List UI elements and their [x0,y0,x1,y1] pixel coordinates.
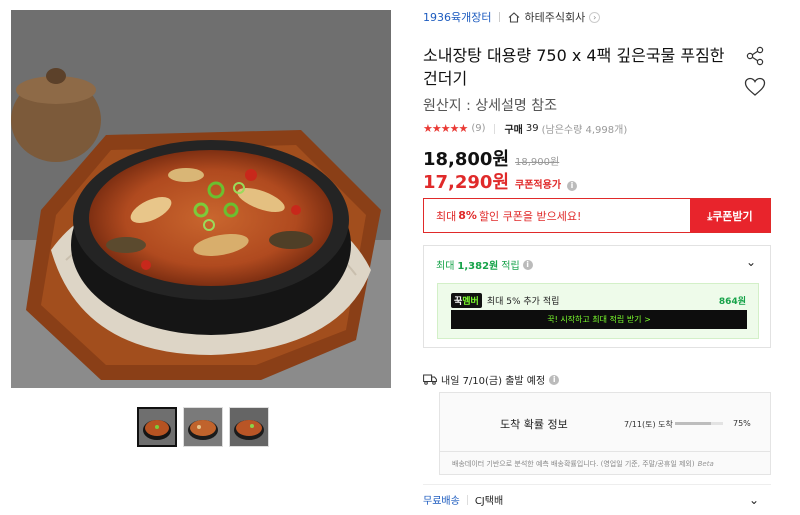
info-icon[interactable]: i [567,180,578,191]
reward-section: 최대 1,382원 적립 i ⌄ 꾹멤버 최대 5% 추가 적립 864원 꾹!… [423,245,771,348]
purchase-label: 구매 [504,125,523,136]
arrival-date: 7/11(토) 도착 [624,420,673,429]
product-main-image[interactable] [11,10,391,388]
member-benefit-amount: 864원 [718,297,746,307]
info-icon[interactable]: i [522,259,533,270]
divider [440,451,770,452]
thumbnail-image [184,408,222,446]
rating-stars: ★★★★★ [423,122,468,135]
coupon-message-prefix: 최대 [436,209,457,223]
delivery-divider [466,494,468,505]
product-title: 소내장탕 대용량 750 x 4팩 깊은국물 푸짐한 건더기 [423,46,725,88]
info-icon[interactable]: i [549,374,560,385]
reward-amount: 1,382원 [457,261,499,272]
dispatch-text: 내일 7/10(금) 출발 예정 [441,376,546,387]
arrival-title: 도착 확률 정보 [500,418,568,431]
arrival-probability-fill [675,422,711,425]
reward-suffix: 적립 [501,261,520,272]
truck-icon [423,374,437,385]
heart-icon[interactable] [744,77,766,97]
stew-photo [11,10,391,388]
coupon-message: 최대 8% 할인 쿠폰을 받으세요! [424,199,690,232]
seller-link[interactable]: 하테주식회사 › [508,9,601,25]
coupon-price-row: 17,290원 쿠폰적용가 i [423,168,578,194]
review-count[interactable]: (9) [471,123,485,134]
get-coupon-button[interactable]: ⤓쿠폰받기 [690,199,770,232]
origin-info: 원산지 : 상세설명 참조 [423,98,557,114]
member-benefit-box: 꾹멤버 최대 5% 추가 적립 864원 꾹! 시작하고 최대 적립 받기 > [437,283,759,339]
share-icon[interactable] [745,46,765,66]
chevron-down-icon[interactable]: ⌄ [749,493,759,507]
brand-link[interactable]: 1936육개장터 [423,9,491,25]
thumbnail-strip [137,407,269,447]
thumbnail-image [139,409,175,445]
breadcrumb: 1936육개장터 하테주식회사 › [423,9,601,25]
member-benefit-desc: 최대 5% 추가 적립 [486,297,560,307]
product-info-panel: 1936육개장터 하테주식회사 › 소내장탕 대용량 750 x 4팩 깊은국물… [423,0,771,515]
home-icon [509,11,520,23]
remaining-stock: (남은수량 4,998개) [541,125,628,136]
rating-row: ★★★★★ (9) 구매 39 (남은수량 4,998개) [423,121,627,136]
free-shipping-label: 무료배송 [423,496,460,507]
reward-prefix: 최대 [436,261,455,272]
member-benefit-row: 꾹멤버 최대 5% 추가 적립 864원 [451,293,746,308]
thumbnail-1[interactable] [137,407,177,447]
chevron-right-icon: › [589,11,601,23]
carrier-name: CJ택배 [474,496,504,507]
coupon-price-label: 쿠폰적용가 [515,180,562,191]
coupon-banner: 최대 8% 할인 쿠폰을 받으세요! ⤓쿠폰받기 [423,198,771,233]
beta-label: Beta [697,460,714,468]
coupon-message-suffix: 할인 쿠폰을 받으세요! [478,209,582,223]
breadcrumb-divider [499,12,501,22]
arrival-note-text: 배송데이터 기반으로 분석한 예측 배송확률입니다. (영업일 기준, 주말/공… [452,460,695,468]
arrival-note: 배송데이터 기반으로 분석한 예측 배송확률입니다. (영업일 기준, 주말/공… [452,459,714,469]
thumbnail-3[interactable] [229,407,269,447]
chevron-down-icon[interactable]: ⌄ [746,255,756,269]
delivery-option-row[interactable]: 무료배송 CJ택배 ⌄ [423,484,771,514]
original-price: 18,900원 [515,157,560,168]
coupon-price: 17,290원 [423,172,510,193]
member-logo: 꾹멤버 [451,293,482,308]
arrival-probability-box: 도착 확률 정보 7/11(토) 도착 75% 배송데이터 기반으로 분석한 예… [439,392,771,475]
dispatch-row: 내일 7/10(금) 출발 예정 i [423,372,560,387]
purchase-count: 39 [525,123,539,134]
seller-name: 하테주식회사 [524,11,586,24]
coupon-message-percent: 8% [458,209,477,222]
member-signup-button[interactable]: 꾹! 시작하고 최대 적립 받기 > [451,310,747,329]
reward-summary[interactable]: 최대 1,382원 적립 i [436,257,533,272]
arrival-probability-bar [675,422,723,425]
arrival-probability: 75% [733,419,751,428]
thumbnail-2[interactable] [183,407,223,447]
rating-divider [494,123,496,134]
thumbnail-image [230,408,268,446]
member-logo-b: 멤버 [462,297,479,307]
